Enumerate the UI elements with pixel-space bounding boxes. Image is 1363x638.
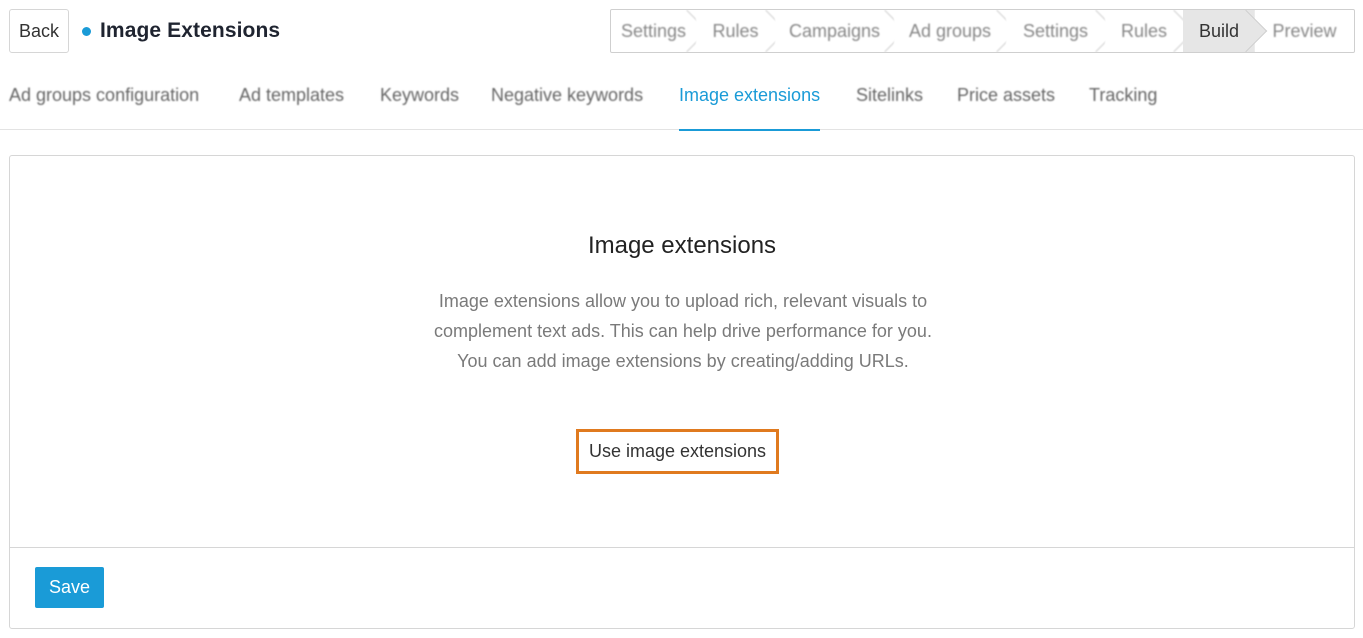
tab-ad-groups-configuration[interactable]: Ad groups configuration xyxy=(9,60,199,130)
step-rules-2[interactable]: Rules xyxy=(1105,10,1196,52)
panel-body: Image extensions Image extensions allow … xyxy=(10,156,1354,548)
page-header: Image Extensions xyxy=(82,18,280,44)
panel-description: Image extensions allow you to upload ric… xyxy=(434,291,932,371)
tab-negative-keywords[interactable]: Negative keywords xyxy=(491,60,643,130)
tab-price-assets[interactable]: Price assets xyxy=(957,60,1055,130)
save-button[interactable]: Save xyxy=(35,567,104,608)
step-label: Rules xyxy=(1120,20,1168,41)
image-extensions-panel: Image extensions Image extensions allow … xyxy=(9,155,1355,629)
step-label: Settings xyxy=(1022,20,1089,41)
step-settings-2[interactable]: Settings xyxy=(1006,10,1118,52)
tab-image-extensions[interactable]: Image extensions xyxy=(679,60,821,131)
step-label: Ad groups xyxy=(908,20,992,41)
tab-sitelinks[interactable]: Sitelinks xyxy=(856,60,923,130)
back-button[interactable]: Back xyxy=(9,9,69,53)
tab-bar: Ad groups configuration Ad templates Key… xyxy=(0,60,1363,131)
step-settings[interactable]: Settings xyxy=(611,10,709,52)
page-title: Image Extensions xyxy=(100,19,281,42)
step-build[interactable]: Build xyxy=(1183,10,1268,52)
step-label: Settings xyxy=(620,20,687,41)
tab-keywords[interactable]: Keywords xyxy=(380,60,459,130)
step-preview[interactable]: Preview xyxy=(1255,10,1354,52)
status-dot-icon xyxy=(82,26,91,36)
step-label: Preview xyxy=(1272,20,1337,41)
tab-tracking[interactable]: Tracking xyxy=(1089,60,1157,130)
panel-heading: Image extensions xyxy=(587,232,777,259)
wizard-steps: Settings Rules Campaigns Ad groups Setti… xyxy=(610,9,1355,53)
use-image-extensions-button[interactable]: Use image extensions xyxy=(576,429,779,474)
step-label: Build xyxy=(1198,20,1240,41)
step-label: Campaigns xyxy=(788,20,881,41)
step-campaigns[interactable]: Campaigns xyxy=(775,10,907,52)
tab-ad-templates[interactable]: Ad templates xyxy=(239,60,344,130)
step-label: Rules xyxy=(712,20,759,41)
step-ad-groups[interactable]: Ad groups xyxy=(894,10,1019,52)
step-rules[interactable]: Rules xyxy=(696,10,788,52)
